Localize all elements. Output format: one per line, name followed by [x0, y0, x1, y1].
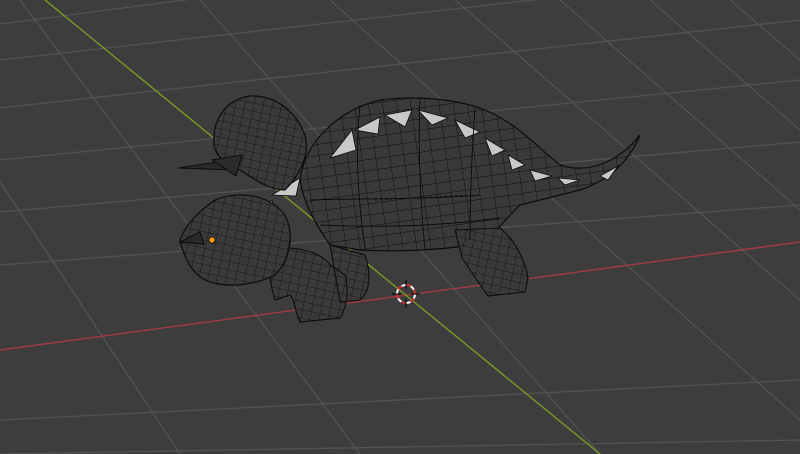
- 3d-viewport[interactable]: [0, 0, 800, 454]
- viewport-scene[interactable]: [0, 0, 800, 454]
- object-origin: [208, 236, 216, 244]
